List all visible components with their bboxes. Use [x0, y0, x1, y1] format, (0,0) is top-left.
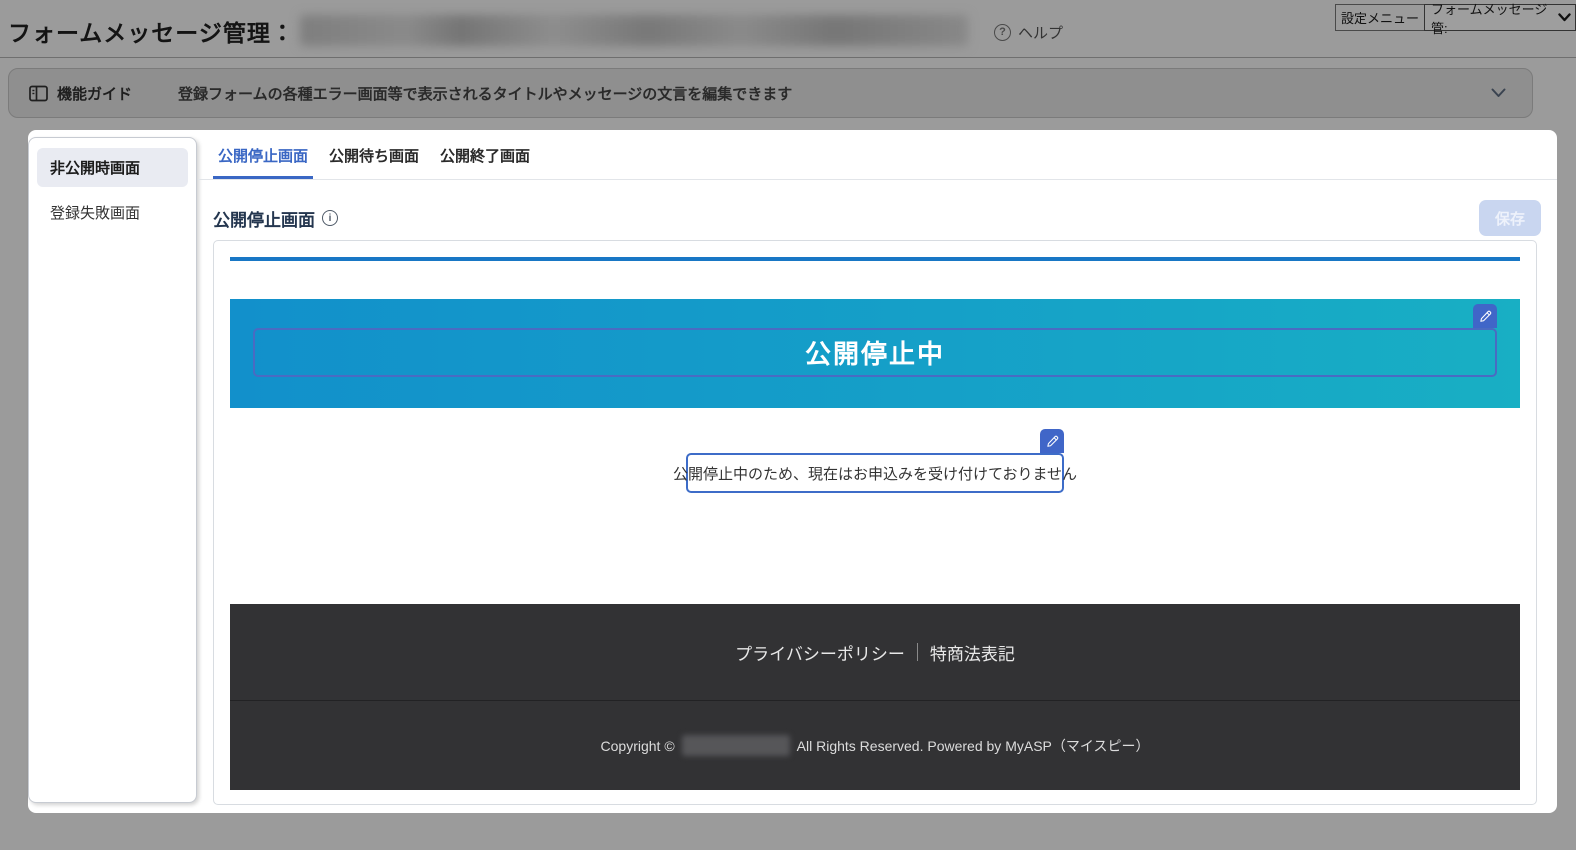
- chevron-down-icon[interactable]: [1491, 88, 1512, 98]
- section-title-text: 公開停止画面: [213, 206, 315, 231]
- section-header: 公開停止画面 i 保存: [213, 200, 1541, 236]
- edit-message-button[interactable]: [1040, 429, 1064, 453]
- banner-title-box: 公開停止中: [253, 328, 1497, 377]
- form-preview-card: 公開停止中 公開停止中のため、現在はお申込みを受け付けておりません プライバシー…: [213, 240, 1537, 805]
- tab-publish-stopped[interactable]: 公開停止画面: [213, 142, 313, 179]
- pencil-icon: [1479, 310, 1492, 323]
- preview-banner: 公開停止中: [230, 299, 1520, 408]
- preview-message-zone: 公開停止中のため、現在はお申込みを受け付けておりません: [230, 429, 1520, 493]
- preview-top-line: [230, 257, 1520, 261]
- copyright-suffix: All Rights Reserved. Powered by MyASP（マイ…: [797, 736, 1150, 756]
- guide-book-icon: [29, 85, 48, 102]
- copyright-prefix: Copyright ©: [601, 738, 675, 754]
- main-panel: 公開停止画面 公開待ち画面 公開終了画面 公開停止画面 i 保存: [198, 130, 1557, 813]
- tab-publish-waiting[interactable]: 公開待ち画面: [324, 142, 424, 179]
- help-label: ヘルプ: [1018, 22, 1063, 43]
- guide-description: 登録フォームの各種エラー画面等で表示されるタイトルやメッセージの文言を編集できま…: [178, 83, 792, 104]
- save-button[interactable]: 保存: [1479, 200, 1541, 236]
- guide-label: 機能ガイド: [57, 83, 132, 104]
- footer-link-separator: [917, 643, 918, 661]
- sidebar-item-private-screens[interactable]: 非公開時画面: [37, 148, 188, 187]
- preview-footer: プライバシーポリシー 特商法表記 Copyright © All Rights …: [230, 604, 1520, 790]
- message-box: 公開停止中のため、現在はお申込みを受け付けておりません: [686, 453, 1064, 493]
- sidebar: 非公開時画面 登録失敗画面: [28, 137, 197, 803]
- settings-menu-select[interactable]: フォームメッセージ管:: [1424, 4, 1576, 31]
- page: フォームメッセージ管理： ? ヘルプ 設定メニュー フォームメッセージ管: 機能…: [0, 0, 1576, 850]
- banner-title: 公開停止中: [805, 334, 945, 371]
- settings-menu-control: 設定メニュー フォームメッセージ管:: [1335, 4, 1576, 31]
- message-text: 公開停止中のため、現在はお申込みを受け付けておりません: [673, 463, 1077, 484]
- redacted-form-name: [300, 15, 968, 46]
- section-title: 公開停止画面 i: [213, 206, 338, 231]
- header: フォームメッセージ管理： ? ヘルプ 設定メニュー フォームメッセージ管:: [0, 0, 1576, 58]
- feature-guide-bar[interactable]: 機能ガイド 登録フォームの各種エラー画面等で表示されるタイトルやメッセージの文言…: [8, 68, 1533, 118]
- settings-menu-selected-value: フォームメッセージ管:: [1431, 0, 1558, 37]
- tab-bar: 公開停止画面 公開待ち画面 公開終了画面: [198, 130, 1557, 180]
- preview-footer-links: プライバシーポリシー 特商法表記: [230, 604, 1520, 701]
- help-link[interactable]: ? ヘルプ: [994, 22, 1063, 43]
- chevron-down-icon: [1558, 13, 1571, 22]
- redacted-company-name: [682, 735, 790, 756]
- pencil-icon: [1046, 435, 1059, 448]
- sidebar-item-registration-failure[interactable]: 登録失敗画面: [37, 193, 188, 232]
- settings-menu-label: 設定メニュー: [1335, 4, 1424, 31]
- tab-publish-ended[interactable]: 公開終了画面: [435, 142, 535, 179]
- page-title: フォームメッセージ管理：: [8, 14, 295, 48]
- info-icon[interactable]: i: [322, 210, 338, 226]
- edit-banner-title-button[interactable]: [1473, 304, 1497, 328]
- question-circle-icon: ?: [994, 24, 1011, 41]
- preview-footer-copyright: Copyright © All Rights Reserved. Powered…: [230, 701, 1520, 790]
- privacy-policy-link[interactable]: プライバシーポリシー: [735, 640, 905, 665]
- content-area: 非公開時画面 登録失敗画面 公開停止画面 公開待ち画面 公開終了画面 公開停止画…: [28, 130, 1557, 813]
- tokushoho-link[interactable]: 特商法表記: [930, 640, 1015, 665]
